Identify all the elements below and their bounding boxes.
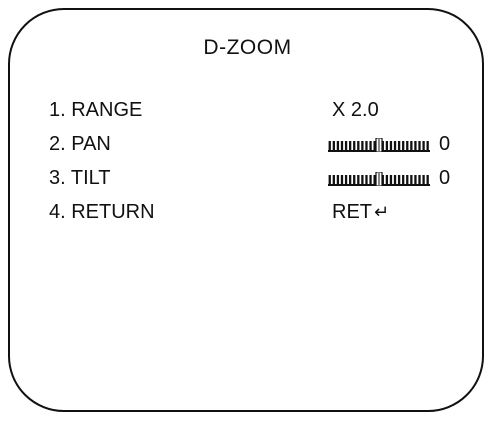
slider-tick <box>426 141 429 150</box>
slider-tick <box>389 175 393 184</box>
return-text: RET <box>332 201 372 223</box>
slider-tick <box>328 141 331 150</box>
slider-tick <box>406 175 409 184</box>
slider-tick <box>406 141 409 150</box>
slider-tick <box>353 141 356 150</box>
slider-tick <box>422 141 425 150</box>
menu-item-label: 2. PAN <box>49 133 111 155</box>
slider-tick <box>328 175 331 184</box>
slider-tick <box>418 175 421 184</box>
slider-tick <box>397 175 401 184</box>
slider-tick <box>332 141 335 150</box>
slider-tick <box>365 141 368 150</box>
slider-tick <box>365 175 368 184</box>
slider-tick <box>385 175 389 184</box>
menu-item-return[interactable]: 4. RETURN RET ↵ <box>49 198 459 226</box>
slider-tick <box>414 175 417 184</box>
menu-item-tilt[interactable]: 3. TILT 0 <box>49 164 459 192</box>
slider-tick <box>336 141 340 150</box>
slider-tick <box>336 175 340 184</box>
pan-slider[interactable] <box>328 138 430 152</box>
slider-tick <box>357 175 360 184</box>
slider-tick <box>414 141 417 150</box>
slider-tick <box>426 175 429 184</box>
slider-tick <box>402 141 405 150</box>
slider-tick <box>369 141 372 150</box>
slider-tick <box>349 175 352 184</box>
slider-tick <box>393 175 397 184</box>
range-value: X 2.0 <box>332 99 379 121</box>
slider-tick <box>369 175 372 184</box>
menu-item-range[interactable]: 1. RANGE X 2.0 <box>49 96 459 124</box>
slider-tick <box>357 141 360 150</box>
slider-tick <box>344 175 348 184</box>
slider-tick <box>397 141 401 150</box>
slider-tick <box>340 175 344 184</box>
slider-tick <box>389 141 393 150</box>
tilt-value: 0 <box>439 167 451 189</box>
slider-tick <box>353 175 356 184</box>
menu-title: D-ZOOM <box>203 36 292 59</box>
menu-item-pan[interactable]: 2. PAN 0 <box>49 130 459 158</box>
menu-item-label: 3. TILT <box>49 167 111 189</box>
slider-tick <box>361 141 364 150</box>
pan-value: 0 <box>439 133 451 155</box>
slider-tick <box>422 175 425 184</box>
slider-tick <box>418 141 421 150</box>
slider-tick <box>361 175 364 184</box>
slider-tick <box>349 141 352 150</box>
slider-tick <box>410 175 413 184</box>
tilt-slider[interactable] <box>328 172 430 186</box>
return-arrow-icon: ↵ <box>374 202 390 222</box>
slider-tick <box>385 141 389 150</box>
slider-tick <box>393 141 397 150</box>
menu-item-label: 1. RANGE <box>49 99 143 121</box>
menu-item-label: 4. RETURN <box>49 201 155 223</box>
slider-tick <box>344 141 348 150</box>
slider-tick <box>340 141 344 150</box>
slider-tick <box>402 175 405 184</box>
return-value: RET ↵ <box>332 198 389 226</box>
slider-tick <box>410 141 413 150</box>
slider-tick <box>332 175 335 184</box>
